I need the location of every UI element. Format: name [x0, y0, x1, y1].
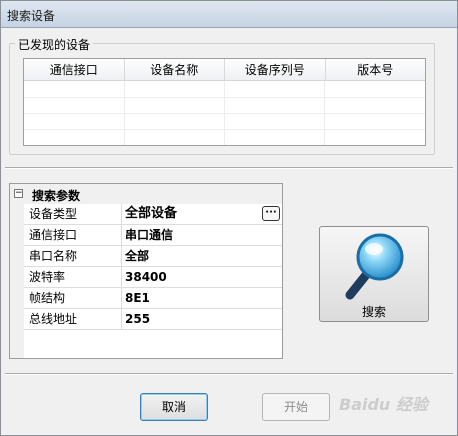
- divider: [5, 373, 453, 375]
- cancel-button[interactable]: 取消: [140, 393, 208, 421]
- column-divider: [224, 81, 225, 145]
- discovered-devices-table[interactable]: 通信接口 设备名称 设备序列号 版本号: [23, 58, 426, 146]
- param-name: 通信接口: [24, 225, 122, 245]
- param-name: 波特率: [24, 267, 122, 287]
- param-row-interface[interactable]: 通信接口 串口通信: [24, 225, 282, 246]
- column-divider: [124, 81, 125, 145]
- param-row-frame-format[interactable]: 帧结构 8E1: [24, 288, 282, 309]
- search-button-label: 搜索: [361, 305, 386, 319]
- param-name: 总线地址: [24, 309, 122, 329]
- start-button[interactable]: 开始: [262, 393, 330, 421]
- param-value[interactable]: 全部: [124, 246, 280, 266]
- param-value[interactable]: 全部设备: [124, 204, 280, 224]
- column-header-interface[interactable]: 通信接口: [24, 59, 125, 80]
- category-row[interactable]: − 搜索参数: [10, 184, 282, 204]
- grid-gutter: [10, 204, 24, 358]
- search-params-grid: − 搜索参数 设备类型 全部设备 ··· 通信接口 串口通信 串口名称 全部 波…: [9, 183, 283, 359]
- window-title: 搜索设备: [7, 9, 56, 23]
- ellipsis-button[interactable]: ···: [262, 206, 280, 221]
- table-body: [24, 81, 425, 145]
- search-device-dialog: 搜索设备 已发现的设备 通信接口 设备名称 设备序列号 版本号 − 搜索参数 设…: [0, 0, 458, 436]
- collapse-icon[interactable]: −: [14, 189, 23, 198]
- param-row-bus-address[interactable]: 总线地址 255: [24, 309, 282, 330]
- param-row-port-name[interactable]: 串口名称 全部: [24, 246, 282, 267]
- title-bar: 搜索设备: [1, 1, 457, 28]
- column-header-device-name[interactable]: 设备名称: [125, 59, 225, 80]
- param-row-baud-rate[interactable]: 波特率 38400: [24, 267, 282, 288]
- param-name: 帧结构: [24, 288, 122, 308]
- param-name: 设备类型: [24, 204, 122, 224]
- param-name: 串口名称: [24, 246, 122, 266]
- param-value[interactable]: 串口通信: [124, 225, 280, 245]
- param-value[interactable]: 255: [124, 309, 280, 329]
- category-label: 搜索参数: [32, 189, 81, 203]
- column-header-version[interactable]: 版本号: [326, 59, 426, 80]
- table-header: 通信接口 设备名称 设备序列号 版本号: [24, 59, 425, 81]
- search-button[interactable]: 搜索: [319, 226, 429, 322]
- column-header-serial[interactable]: 设备序列号: [225, 59, 326, 80]
- watermark: Baidu 经验: [339, 395, 428, 414]
- param-row-device-type[interactable]: 设备类型 全部设备 ···: [24, 204, 282, 225]
- discovered-devices-legend: 已发现的设备: [15, 36, 94, 53]
- param-value[interactable]: 38400: [124, 267, 280, 287]
- column-divider: [324, 81, 325, 145]
- param-value[interactable]: 8E1: [124, 288, 280, 308]
- divider: [5, 167, 453, 169]
- magnifier-icon: [345, 233, 404, 300]
